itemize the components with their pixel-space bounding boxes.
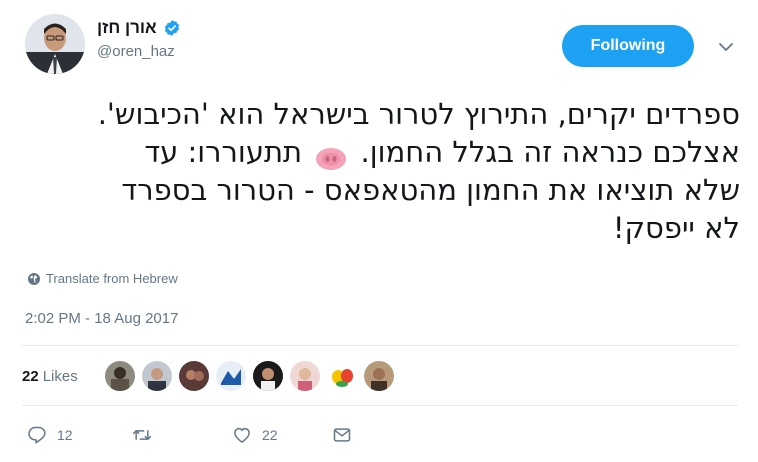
- reply-count: 12: [57, 427, 73, 443]
- liker-avatar[interactable]: [363, 361, 394, 391]
- tweet-line: לא ייפסק!: [612, 211, 740, 245]
- likes-count[interactable]: 22: [22, 368, 39, 385]
- liker-avatar[interactable]: [178, 361, 209, 391]
- author-display-name[interactable]: אורן חזן: [97, 18, 157, 38]
- pig-nose-emoji-icon: [315, 142, 347, 170]
- direct-message-button[interactable]: [332, 420, 352, 450]
- divider: [22, 405, 738, 406]
- liker-avatar[interactable]: [289, 361, 320, 391]
- likers-facepile: [104, 361, 394, 391]
- liker-avatar[interactable]: [252, 361, 283, 391]
- retweet-icon: [132, 430, 152, 440]
- like-button[interactable]: 22: [232, 420, 278, 450]
- liker-avatar[interactable]: [104, 361, 135, 391]
- envelope-icon: [333, 428, 351, 442]
- verified-badge-icon: [163, 19, 181, 37]
- author-avatar[interactable]: [25, 14, 85, 74]
- following-button[interactable]: Following: [562, 25, 694, 67]
- chevron-down-icon[interactable]: [716, 37, 736, 57]
- tweet-timestamp[interactable]: 2:02 PM - 18 Aug 2017: [25, 310, 178, 327]
- tweet-header: אורן חזן @oren_haz Following: [0, 0, 758, 86]
- liker-avatar[interactable]: [326, 361, 357, 391]
- retweet-button[interactable]: [132, 420, 162, 450]
- likes-label[interactable]: Likes: [43, 368, 78, 385]
- tweet-line: אצלכם כנראה זה בגלל החמון. תתעוררו: עד: [30, 133, 740, 171]
- liker-avatar[interactable]: [141, 361, 172, 391]
- like-count: 22: [262, 427, 278, 443]
- tweet-text-segment: תתעוררו: עד: [144, 135, 303, 169]
- globe-icon: [27, 272, 41, 286]
- author-handle[interactable]: @oren_haz: [97, 43, 181, 60]
- translate-link[interactable]: Translate from Hebrew: [27, 271, 178, 286]
- tweet-text: ספרדים יקרים, התירוץ לטרור בישראל הוא 'ה…: [30, 95, 740, 247]
- likes-row: 22 Likes: [22, 352, 738, 400]
- tweet-text-segment: אצלכם כנראה זה בגלל החמון.: [360, 135, 740, 169]
- reply-button[interactable]: 12: [27, 420, 73, 450]
- heart-icon: [234, 427, 250, 443]
- tweet-line: ספרדים יקרים, התירוץ לטרור בישראל הוא 'ה…: [97, 97, 740, 131]
- tweet-actions: 12 22: [22, 420, 422, 450]
- translate-label: Translate from Hebrew: [46, 271, 178, 286]
- tweet-line: שלא תוציאו את החמון מהטאפאס - הטרור בספר…: [121, 173, 740, 207]
- liker-avatar[interactable]: [215, 361, 246, 391]
- divider: [22, 345, 738, 346]
- reply-icon: [28, 426, 46, 444]
